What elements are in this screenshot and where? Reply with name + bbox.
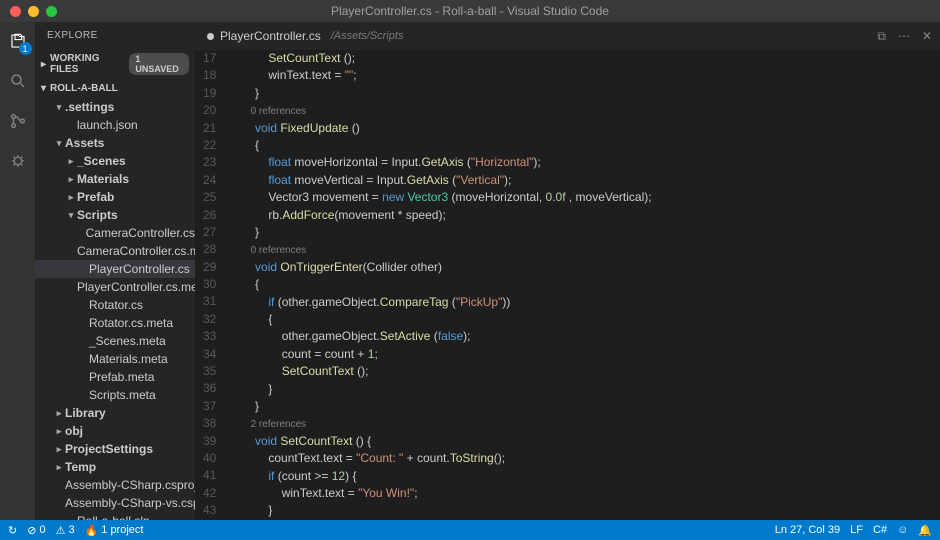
tree-label: launch.json xyxy=(77,118,138,132)
file-item[interactable]: _Scenes.meta xyxy=(35,332,195,350)
tree-label: Prefab.meta xyxy=(89,370,154,384)
activity-bar: 1 xyxy=(0,22,35,520)
file-item[interactable]: Prefab.meta xyxy=(35,368,195,386)
status-bar: ↻ ⊘ 0 ⚠ 3 🔥 1 project Ln 27, Col 39 LF C… xyxy=(0,520,940,540)
eol-indicator[interactable]: LF xyxy=(850,524,863,536)
file-item[interactable]: Rotator.cs.meta xyxy=(35,314,195,332)
chevron-icon: ▾ xyxy=(53,102,65,113)
chevron-icon: ▸ xyxy=(65,156,77,167)
tree-label: Rotator.cs.meta xyxy=(89,316,173,330)
tree-label: obj xyxy=(65,424,83,438)
tree-label: Library xyxy=(65,406,106,420)
file-item[interactable]: Rotator.cs xyxy=(35,296,195,314)
project-item[interactable]: 🔥 1 project xyxy=(85,524,144,537)
search-icon[interactable] xyxy=(7,70,29,92)
source-control-icon[interactable] xyxy=(7,110,29,132)
explorer-icon[interactable]: 1 xyxy=(7,30,29,52)
language-mode[interactable]: C# xyxy=(873,524,887,536)
dirty-indicator xyxy=(207,33,214,40)
tree-label: ProjectSettings xyxy=(65,442,153,456)
file-tree: ▾.settingslaunch.json▾Assets▸_Scenes▸Mat… xyxy=(35,98,195,520)
window-title: PlayerController.cs - Roll-a-ball - Visu… xyxy=(0,4,940,18)
chevron-icon: ▸ xyxy=(53,408,65,419)
editor: PlayerController.cs /Assets/Scripts ⧉ ⋯ … xyxy=(195,22,940,520)
tree-label: Roll-a-ball.sln xyxy=(77,514,150,520)
code-area[interactable]: 1718192021222324252627282930313233343536… xyxy=(195,50,940,520)
folder-item[interactable]: ▸Materials xyxy=(35,170,195,188)
tree-label: Assets xyxy=(65,136,104,150)
folder-item[interactable]: ▸Temp xyxy=(35,458,195,476)
folder-item[interactable]: ▸obj xyxy=(35,422,195,440)
tree-label: Assembly-CSharp-vs.csproj xyxy=(65,496,195,510)
split-editor-icon[interactable]: ⧉ xyxy=(877,29,886,44)
tab-path: /Assets/Scripts xyxy=(331,30,404,42)
chevron-icon: ▸ xyxy=(65,174,77,185)
cursor-position[interactable]: Ln 27, Col 39 xyxy=(775,524,840,536)
error-icon: ⊘ xyxy=(27,524,36,537)
file-item[interactable]: Assembly-CSharp.csproj xyxy=(35,476,195,494)
file-item[interactable]: launch.json xyxy=(35,116,195,134)
tree-label: PlayerController.cs xyxy=(89,262,190,276)
titlebar: PlayerController.cs - Roll-a-ball - Visu… xyxy=(0,0,940,22)
tab-filename: PlayerController.cs xyxy=(220,29,321,43)
debug-icon[interactable] xyxy=(7,150,29,172)
chevron-icon: ▾ xyxy=(65,210,77,221)
file-item[interactable]: Roll-a-ball.sln xyxy=(35,512,195,520)
sync-icon[interactable]: ↻ xyxy=(8,524,17,537)
errors-item[interactable]: ⊘ 0 xyxy=(27,524,45,537)
tab-active[interactable]: PlayerController.cs /Assets/Scripts xyxy=(195,22,415,50)
feedback-icon[interactable]: ☺ xyxy=(897,524,908,536)
folder-item[interactable]: ▾.settings xyxy=(35,98,195,116)
tree-label: PlayerController.cs.meta xyxy=(77,280,195,294)
tree-label: _Scenes.meta xyxy=(89,334,166,348)
tree-label: Rotator.cs xyxy=(89,298,143,312)
file-item[interactable]: Materials.meta xyxy=(35,350,195,368)
folder-item[interactable]: ▸Prefab xyxy=(35,188,195,206)
tree-label: .settings xyxy=(65,100,114,114)
project-name: ROLL-A-BALL xyxy=(50,83,118,94)
tree-label: _Scenes xyxy=(77,154,126,168)
flame-icon: 🔥 xyxy=(85,524,99,537)
close-tab-icon[interactable]: ✕ xyxy=(922,29,932,44)
folder-item[interactable]: ▾Assets xyxy=(35,134,195,152)
chevron-icon: ▸ xyxy=(53,444,65,455)
chevron-icon: ▸ xyxy=(53,462,65,473)
line-gutter: 1718192021222324252627282930313233343536… xyxy=(195,50,228,520)
working-files-label: WORKING FILES xyxy=(50,53,125,75)
tab-bar: PlayerController.cs /Assets/Scripts ⧉ ⋯ … xyxy=(195,22,940,50)
notification-icon[interactable]: 🔔 xyxy=(918,524,932,537)
file-item[interactable]: PlayerController.cs.meta xyxy=(35,278,195,296)
folder-item[interactable]: ▸ProjectSettings xyxy=(35,440,195,458)
file-item[interactable]: Scripts.meta xyxy=(35,386,195,404)
tree-label: Materials.meta xyxy=(89,352,168,366)
sidebar: EXPLORE ▸ WORKING FILES 1 UNSAVED ▾ ROLL… xyxy=(35,22,195,520)
tree-label: Prefab xyxy=(77,190,114,204)
chevron-icon: ▾ xyxy=(53,138,65,149)
chevron-icon: ▸ xyxy=(53,426,65,437)
explorer-badge: 1 xyxy=(19,42,32,55)
tree-label: Scripts xyxy=(77,208,118,222)
tree-label: Scripts.meta xyxy=(89,388,156,402)
tree-label: Assembly-CSharp.csproj xyxy=(65,478,195,492)
tree-label: Temp xyxy=(65,460,96,474)
folder-item[interactable]: ▸_Scenes xyxy=(35,152,195,170)
file-item[interactable]: CameraController.cs xyxy=(35,224,195,242)
chevron-icon: ▸ xyxy=(65,192,77,203)
code-lines[interactable]: SetCountText (); winText.text = ""; } 0 … xyxy=(228,50,940,520)
working-files-header[interactable]: ▸ WORKING FILES 1 UNSAVED xyxy=(35,49,195,79)
folder-item[interactable]: ▸Library xyxy=(35,404,195,422)
folder-item[interactable]: ▾Scripts xyxy=(35,206,195,224)
file-item[interactable]: PlayerController.cs xyxy=(35,260,195,278)
project-header[interactable]: ▾ ROLL-A-BALL xyxy=(35,79,195,98)
tree-label: Materials xyxy=(77,172,129,186)
sidebar-title: EXPLORE xyxy=(35,22,195,49)
file-item[interactable]: CameraController.cs.meta xyxy=(35,242,195,260)
more-icon[interactable]: ⋯ xyxy=(898,29,910,44)
tree-label: CameraController.cs.meta xyxy=(77,244,195,258)
warnings-item[interactable]: ⚠ 3 xyxy=(56,524,75,537)
tree-label: CameraController.cs xyxy=(86,226,195,240)
unsaved-badge: 1 UNSAVED xyxy=(129,53,189,75)
warning-icon: ⚠ xyxy=(56,524,66,537)
file-item[interactable]: Assembly-CSharp-vs.csproj xyxy=(35,494,195,512)
